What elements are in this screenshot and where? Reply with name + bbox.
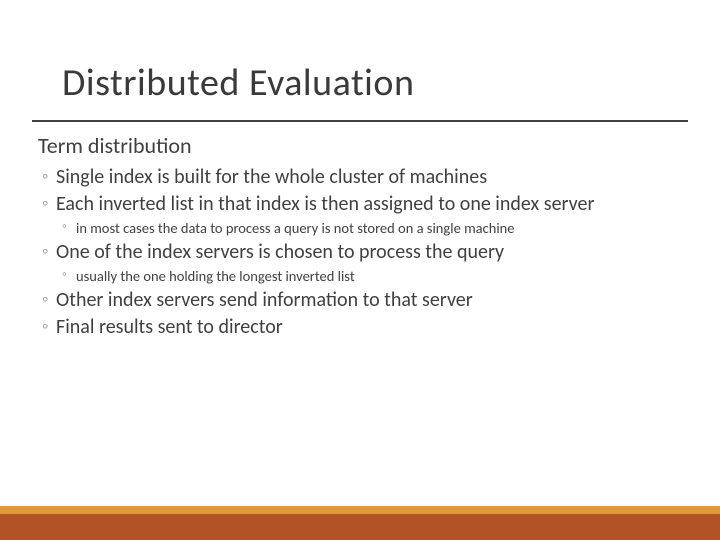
bullet-item: One of the index servers is chosen to pr… (38, 240, 688, 265)
footer-accent-bottom (0, 514, 720, 540)
bullet-item: Final results sent to director (38, 315, 688, 340)
bullet-item: Single index is built for the whole clus… (38, 165, 688, 190)
section-heading: Term distribution (38, 132, 688, 159)
slide-title: Distributed Evaluation (0, 0, 720, 114)
bullet-item: Other index servers send information to … (38, 288, 688, 313)
slide-content: Term distribution Single index is built … (0, 114, 720, 340)
footer-bar (0, 506, 720, 540)
title-underline (32, 120, 688, 122)
bullet-subitem: in most cases the data to process a quer… (38, 219, 688, 238)
bullet-item: Each inverted list in that index is then… (38, 192, 688, 217)
slide: Distributed Evaluation Term distribution… (0, 0, 720, 540)
footer-accent-top (0, 506, 720, 514)
bullet-subitem: usually the one holding the longest inve… (38, 267, 688, 286)
